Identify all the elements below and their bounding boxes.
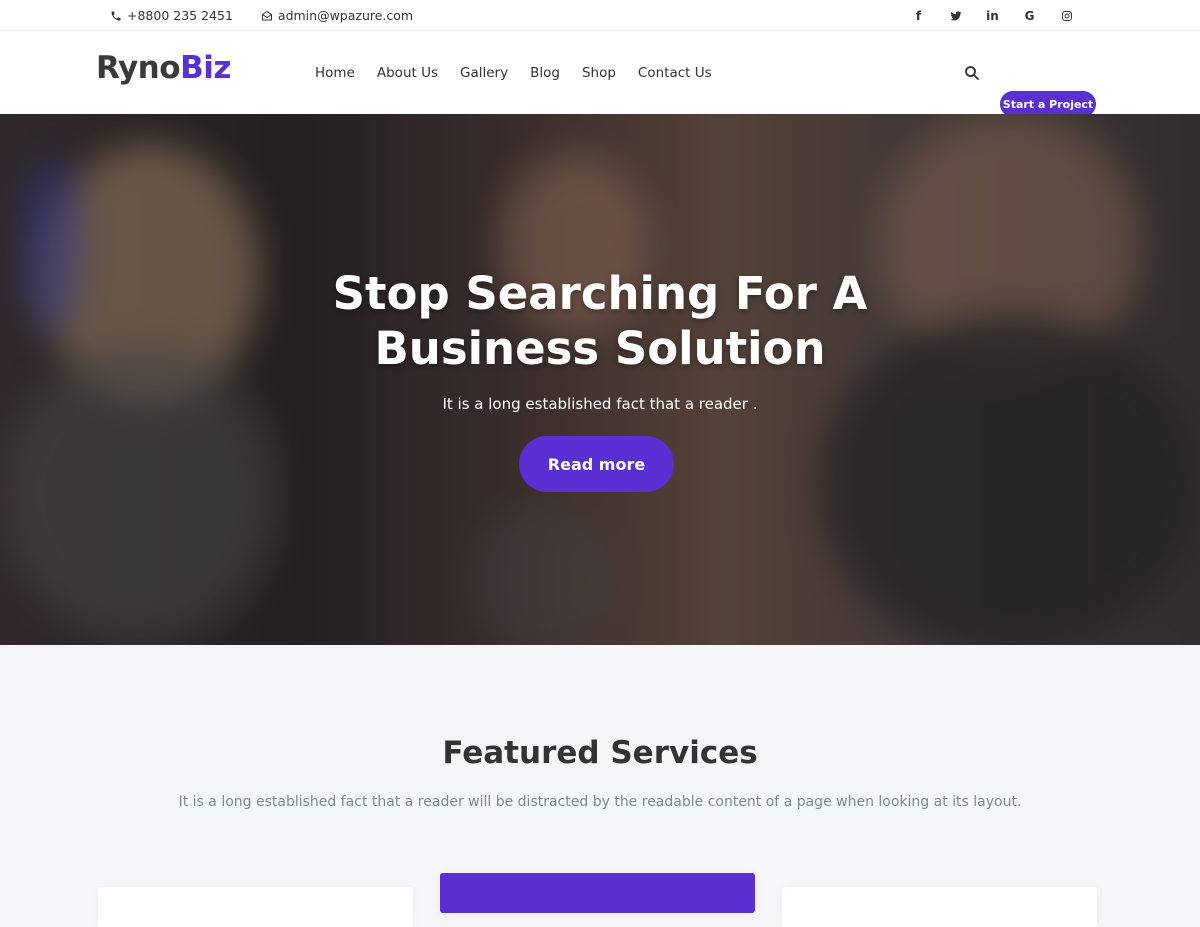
search-icon[interactable] — [963, 64, 981, 82]
envelope-icon — [261, 10, 272, 20]
main-nav: Home About Us Gallery Blog Shop Contact … — [304, 31, 723, 114]
email-address: admin@wpazure.com — [277, 8, 414, 23]
nav-home[interactable]: Home — [304, 65, 366, 81]
social-links: f in G — [900, 0, 1085, 31]
email-contact[interactable]: admin@wpazure.com — [261, 8, 413, 23]
facebook-icon[interactable]: f — [900, 9, 937, 23]
services-subtitle: It is a long established fact that a rea… — [178, 794, 1022, 810]
nav-shop[interactable]: Shop — [571, 65, 627, 81]
hero-title-line-2: Business Solution — [374, 322, 826, 375]
contact-info: +8800 235 2451 admin@wpazure.com — [110, 0, 413, 31]
nav-blog[interactable]: Blog — [519, 65, 571, 81]
phone-icon — [111, 11, 121, 20]
read-more-button[interactable]: Read more — [519, 436, 674, 492]
twitter-icon[interactable] — [937, 10, 974, 22]
logo-part-1: Ryno — [96, 50, 181, 86]
hero-banner: Stop Searching For A Business Solution I… — [0, 114, 1200, 645]
nav-about-us[interactable]: About Us — [366, 65, 449, 81]
nav-contact-us[interactable]: Contact Us — [627, 65, 723, 81]
services-title: Featured Services — [442, 735, 758, 771]
hero-subtitle: It is a long established fact that a rea… — [442, 395, 758, 413]
google-icon[interactable]: G — [1011, 9, 1048, 23]
hero-title-line-1: Stop Searching For A — [332, 267, 868, 320]
hero-title: Stop Searching For A Business Solution — [0, 266, 1200, 376]
instagram-icon[interactable] — [1048, 10, 1085, 22]
service-card[interactable] — [782, 887, 1097, 927]
top-bar: +8800 235 2451 admin@wpazure.com f in G — [0, 0, 1200, 31]
site-logo[interactable]: RynoBiz — [96, 50, 231, 86]
logo-part-2: Biz — [180, 50, 231, 86]
service-card[interactable] — [98, 887, 413, 927]
hero-overlay — [0, 114, 1200, 645]
phone-contact[interactable]: +8800 235 2451 — [110, 8, 233, 23]
main-header: RynoBiz Home About Us Gallery Blog Shop … — [0, 31, 1200, 117]
phone-number: +8800 235 2451 — [127, 8, 233, 23]
nav-gallery[interactable]: Gallery — [449, 65, 519, 81]
linkedin-icon[interactable]: in — [974, 9, 1011, 23]
service-card-active[interactable] — [440, 873, 755, 913]
